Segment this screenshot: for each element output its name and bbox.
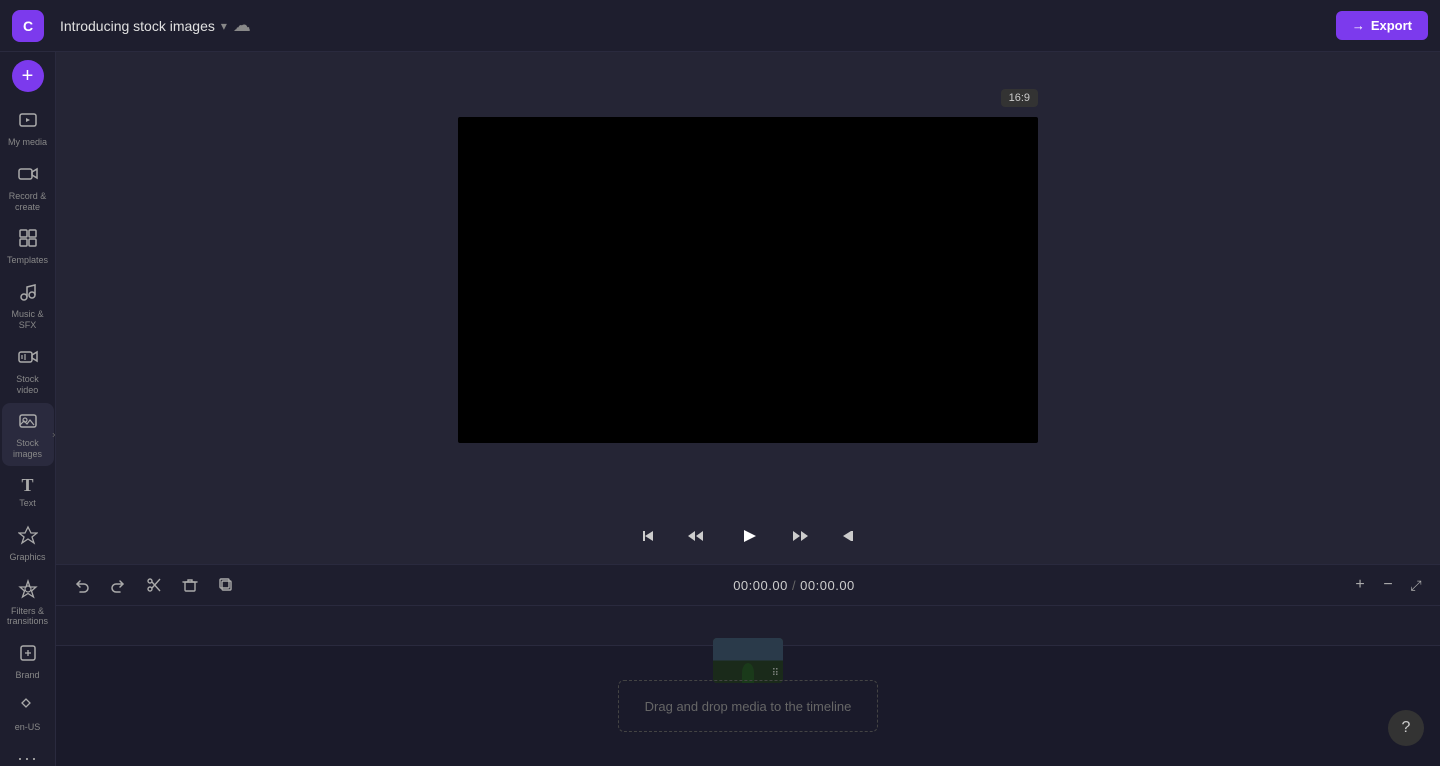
- sidebar-item-graphics[interactable]: Graphics: [2, 517, 54, 569]
- fit-timeline-button[interactable]: ⤢: [1404, 573, 1428, 597]
- zoom-out-button[interactable]: −: [1376, 573, 1400, 597]
- drag-drop-message: Drag and drop media to the timeline: [645, 699, 852, 714]
- feature-flags-icon: ···: [17, 749, 38, 766]
- delete-button[interactable]: [176, 571, 204, 599]
- zoom-controls: + − ⤢: [1348, 573, 1428, 597]
- stock-video-icon: [18, 347, 38, 370]
- graphics-icon: [18, 525, 38, 548]
- media-thumbnail-preview: ⠿: [713, 638, 783, 683]
- sidebar-item-record-create[interactable]: Record & create: [2, 156, 54, 219]
- preview-area: 16:9: [56, 52, 1440, 508]
- help-button[interactable]: ?: [1388, 710, 1424, 746]
- sidebar-item-stock-images[interactable]: Stock images ›: [2, 403, 54, 466]
- text-label: Text: [19, 498, 36, 509]
- thumbnail-drag-icon: ⠿: [772, 668, 779, 679]
- sidebar-bottom: en-US ··· Feature Flags: [0, 689, 55, 766]
- timeline-content: ⠿ Drag and drop media to the timeline: [56, 646, 1440, 766]
- help-icon: ?: [1402, 719, 1411, 737]
- my-media-icon: [18, 110, 38, 133]
- templates-icon: [18, 228, 38, 251]
- export-arrow-icon: →: [1352, 18, 1365, 33]
- timeline-area: ⠿ Drag and drop media to the timeline: [56, 606, 1440, 766]
- skip-to-end-button[interactable]: [834, 522, 862, 550]
- text-icon: T: [21, 476, 33, 494]
- graphics-label: Graphics: [9, 552, 45, 563]
- cloud-save-icon: ☁: [233, 15, 251, 36]
- playback-bar: [56, 508, 1440, 564]
- aspect-ratio-badge: 16:9: [1001, 89, 1038, 107]
- video-wrapper: 16:9: [458, 117, 1038, 443]
- app-logo: C: [12, 10, 44, 42]
- sidebar-item-templates[interactable]: Templates: [2, 220, 54, 272]
- locale-label: en-US: [15, 722, 41, 733]
- filters-transitions-icon: [18, 579, 38, 602]
- fast-forward-button[interactable]: [786, 522, 814, 550]
- total-time: 00:00.00: [800, 578, 855, 593]
- video-canvas: [458, 117, 1038, 443]
- main-area: 16:9: [56, 52, 1440, 766]
- music-sfx-label: Music & SFX: [6, 309, 50, 331]
- redo-button[interactable]: [104, 571, 132, 599]
- sidebar-item-brand[interactable]: Brand: [2, 635, 54, 687]
- sidebar-item-text[interactable]: T Text: [2, 468, 54, 515]
- locale-icon: [19, 697, 37, 718]
- sidebar: + My media Record & create Templates Mus…: [0, 52, 56, 766]
- current-time: 00:00.00: [733, 578, 788, 593]
- stock-images-icon: [18, 411, 38, 434]
- rewind-button[interactable]: [682, 522, 710, 550]
- duplicate-button[interactable]: [212, 571, 240, 599]
- project-title: Introducing stock images: [60, 18, 215, 34]
- sidebar-item-feature-flags[interactable]: ··· Feature Flags: [2, 741, 54, 766]
- stock-video-label: Stock video: [6, 374, 50, 396]
- topbar-actions: → Export: [1336, 11, 1428, 40]
- sidebar-item-music-sfx[interactable]: Music & SFX: [2, 274, 54, 337]
- time-separator: /: [792, 578, 800, 593]
- timeline-drop-zone[interactable]: Drag and drop media to the timeline: [618, 680, 878, 732]
- my-media-label: My media: [8, 137, 47, 148]
- topbar: C Introducing stock images ▾ ☁ → Export: [0, 0, 1440, 52]
- title-chevron-icon[interactable]: ▾: [221, 19, 227, 33]
- record-create-label: Record & create: [9, 191, 47, 213]
- brand-label: Brand: [15, 670, 39, 681]
- skip-to-start-button[interactable]: [634, 522, 662, 550]
- sidebar-item-locale[interactable]: en-US: [2, 689, 54, 739]
- title-area: Introducing stock images ▾ ☁: [60, 15, 1336, 36]
- cut-button[interactable]: [140, 571, 168, 599]
- sidebar-item-my-media[interactable]: My media: [2, 102, 54, 154]
- stock-images-label: Stock images: [6, 438, 50, 460]
- sidebar-expand-icon: ›: [52, 429, 55, 440]
- play-button[interactable]: [730, 518, 766, 554]
- add-media-button[interactable]: +: [12, 60, 44, 92]
- timeline-toolbar: 00:00.00 / 00:00.00 + − ⤢: [56, 564, 1440, 606]
- record-create-icon: [18, 164, 38, 187]
- filters-transitions-label: Filters & transitions: [7, 606, 48, 628]
- export-label: Export: [1371, 18, 1412, 33]
- sidebar-item-filters-transitions[interactable]: Filters & transitions: [2, 571, 54, 634]
- timeline-timecode: 00:00.00 / 00:00.00: [733, 578, 855, 593]
- music-sfx-icon: [18, 282, 38, 305]
- zoom-in-button[interactable]: +: [1348, 573, 1372, 597]
- undo-button[interactable]: [68, 571, 96, 599]
- brand-icon: [18, 643, 38, 666]
- sidebar-item-stock-video[interactable]: Stock video: [2, 339, 54, 402]
- export-button[interactable]: → Export: [1336, 11, 1428, 40]
- templates-label: Templates: [7, 255, 48, 266]
